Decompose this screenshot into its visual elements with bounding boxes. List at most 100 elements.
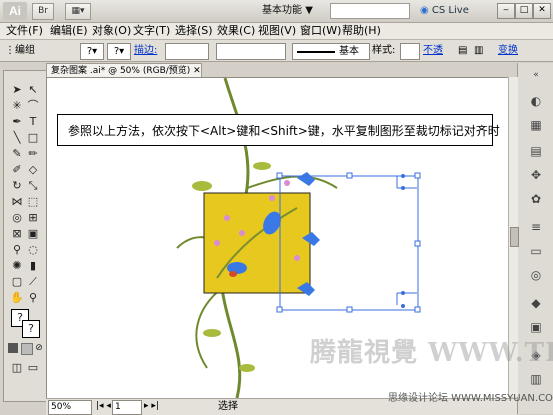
distribute-icon[interactable]: ▥ <box>474 43 483 58</box>
transform-link[interactable]: 变换 <box>498 43 518 58</box>
leaf <box>253 162 271 170</box>
stroke-color-icon[interactable]: ? <box>22 320 40 338</box>
paintbrush-icon[interactable]: ✎ <box>10 147 24 161</box>
slice-tool-icon[interactable]: ⟋ <box>26 275 40 289</box>
shape-builder-icon[interactable]: ◎ <box>10 211 24 225</box>
selection-handle[interactable] <box>414 172 421 179</box>
artboard-tool-icon[interactable]: ▢ <box>10 275 24 289</box>
symbols-panel-icon[interactable]: ✿ <box>528 191 544 207</box>
zoom-tool-icon[interactable]: ⚲ <box>26 291 40 305</box>
selection-handle[interactable] <box>346 306 353 313</box>
menu-type[interactable]: 文字(T) <box>133 24 170 38</box>
forum-watermark: 思缘设计论坛 WWW.MISSYUAN.COM <box>388 393 553 404</box>
width-tool-icon[interactable]: ⋈ <box>10 195 24 209</box>
eraser-icon[interactable]: ◇ <box>26 163 40 177</box>
workspace-switcher[interactable]: 基本功能 ▼ <box>262 3 313 19</box>
brush-stroke-preview <box>297 51 335 53</box>
menu-window[interactable]: 窗口(W) <box>300 24 341 38</box>
symbol-sprayer-icon[interactable]: ✺ <box>10 259 24 273</box>
document-tab[interactable]: 复杂图案 .ai* @ 50% (RGB/预览) ✕ <box>46 63 202 78</box>
minimize-button[interactable]: ‒ <box>497 3 515 19</box>
rectangle-tool-icon[interactable]: □ <box>26 131 40 145</box>
menu-effect[interactable]: 效果(C) <box>217 24 255 38</box>
menu-view[interactable]: 视图(V) <box>258 24 296 38</box>
arrange-docs-icon[interactable]: ▦▾ <box>65 3 91 20</box>
pencil-icon[interactable]: ✏ <box>26 147 40 161</box>
blossom <box>224 215 230 221</box>
close-button[interactable]: ✕ <box>533 3 551 19</box>
perspective-grid-icon[interactable]: ⊞ <box>26 211 40 225</box>
menu-object[interactable]: 对象(O) <box>92 24 131 38</box>
selection-handle[interactable] <box>346 172 353 179</box>
selection-handle[interactable] <box>276 306 283 313</box>
scale-tool-icon[interactable]: ⤡ <box>26 179 40 193</box>
none-mode-icon[interactable]: ⊘ <box>34 343 44 353</box>
selection-tool-icon[interactable]: ➤ <box>10 83 24 97</box>
lasso-icon[interactable]: ⌒ <box>26 99 40 113</box>
draw-mode-icon[interactable]: ◫ <box>10 361 24 375</box>
cs-live-label: CS Live <box>431 5 469 16</box>
stroke-weight-input[interactable] <box>165 43 209 60</box>
brush-select[interactable]: 基本 <box>292 43 370 60</box>
magic-wand-icon[interactable]: ✳ <box>10 99 24 113</box>
gradient-panel-icon[interactable]: ▭ <box>528 243 544 259</box>
hand-tool-icon[interactable]: ✋ <box>10 291 24 305</box>
selection-handle[interactable] <box>276 172 283 179</box>
scroll-thumb[interactable] <box>510 227 519 247</box>
vine-branch <box>246 175 338 189</box>
site-watermark: 腾龍視覺 WWW.TLVI.NET <box>310 338 553 368</box>
color-panel-icon[interactable]: ◐ <box>528 93 544 109</box>
eyedropper-icon[interactable]: ⚲ <box>10 243 24 257</box>
cs-live-button[interactable]: ◉ CS Live <box>420 4 469 18</box>
blend-tool-icon[interactable]: ◌ <box>26 243 40 257</box>
search-input[interactable] <box>330 3 410 19</box>
gradient-tool-icon[interactable]: ▣ <box>26 227 40 241</box>
gradient-mode-icon[interactable] <box>21 343 33 355</box>
bridge-icon[interactable]: Br <box>32 3 54 20</box>
type-tool-icon[interactable]: T <box>26 115 40 129</box>
fill-swatch[interactable]: ?▾ <box>80 43 104 60</box>
close-tab-icon[interactable]: ✕ <box>193 66 201 76</box>
stroke-link[interactable]: 描边: <box>134 43 157 58</box>
menu-select[interactable]: 选择(S) <box>175 24 213 38</box>
rotate-tool-icon[interactable]: ↻ <box>10 179 24 193</box>
zoom-select[interactable]: 50% <box>48 400 92 415</box>
bird-breast <box>229 271 237 277</box>
opacity-link[interactable]: 不透 <box>423 43 443 58</box>
brushes-panel-icon[interactable]: ✥ <box>528 167 544 183</box>
free-transform-icon[interactable]: ⬚ <box>26 195 40 209</box>
screen-mode-icon[interactable]: ▭ <box>26 361 40 375</box>
artboard-number[interactable]: 1 <box>112 400 142 415</box>
brush-label: 基本 <box>339 46 359 57</box>
drag-grip-icon: ⋮ <box>5 45 15 56</box>
stroke-panel-icon[interactable]: ≡ <box>528 219 544 235</box>
blossom <box>239 230 245 236</box>
next-artboard-icon[interactable]: ▸ ▸| <box>144 400 159 413</box>
artboards-panel-icon[interactable]: ▥ <box>528 371 544 387</box>
swatches-panel-icon[interactable]: ▤ <box>528 143 544 159</box>
variable-width-select[interactable] <box>216 43 286 60</box>
blob-brush-icon[interactable]: ✐ <box>10 163 24 177</box>
menu-edit[interactable]: 编辑(E) <box>50 24 88 38</box>
mesh-tool-icon[interactable]: ⊠ <box>10 227 24 241</box>
style-label: 样式: <box>372 45 396 56</box>
align-icon[interactable]: ▤ <box>458 43 467 58</box>
menu-bar: 文件(F) 编辑(E) 对象(O) 文字(T) 选择(S) 效果(C) 视图(V… <box>0 23 553 40</box>
direct-selection-icon[interactable]: ↖ <box>26 83 40 97</box>
color-mode-icon[interactable] <box>8 343 18 353</box>
color-guide-icon[interactable]: ▦ <box>528 117 544 133</box>
appearance-panel-icon[interactable]: ◆ <box>528 295 544 311</box>
selection-handle[interactable] <box>414 240 421 247</box>
maximize-button[interactable]: □ <box>515 3 533 19</box>
prev-artboard-icon[interactable]: |◂ ◂ <box>96 400 111 413</box>
pen-tool-icon[interactable]: ✒ <box>10 115 24 129</box>
selection-handle[interactable] <box>414 306 421 313</box>
style-select[interactable] <box>400 43 420 60</box>
transparency-panel-icon[interactable]: ◎ <box>528 267 544 283</box>
graph-tool-icon[interactable]: ▮ <box>26 259 40 273</box>
menu-file[interactable]: 文件(F) <box>6 24 43 38</box>
collapse-panels-icon[interactable]: « <box>528 67 544 83</box>
stroke-swatch[interactable]: ?▾ <box>107 43 131 60</box>
line-tool-icon[interactable]: ╲ <box>10 131 24 145</box>
menu-help[interactable]: 帮助(H) <box>342 24 381 38</box>
